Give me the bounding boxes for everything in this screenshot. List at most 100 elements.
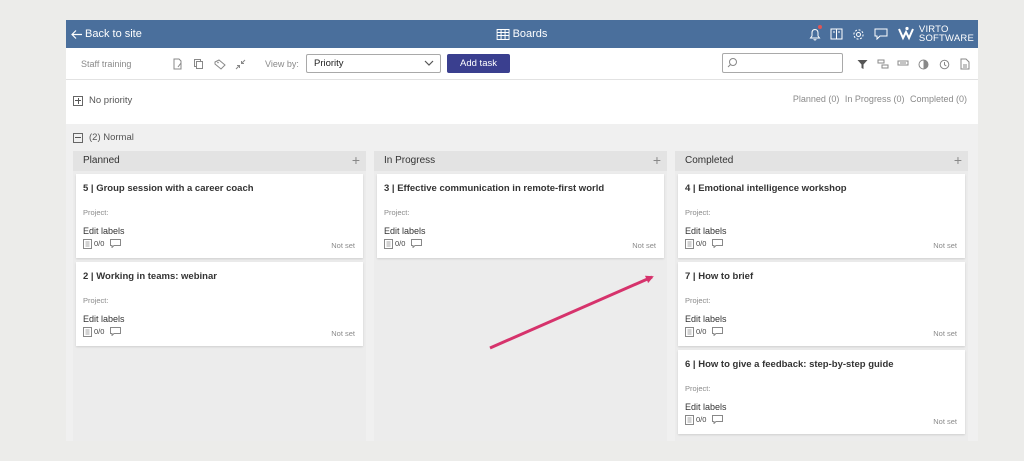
page-title-label: Boards: [512, 28, 548, 40]
task-meta: 0/0: [83, 238, 122, 249]
task-meta: 0/0: [685, 326, 724, 337]
chat-icon[interactable]: [870, 20, 892, 48]
task-title: 7 | How to brief: [685, 271, 754, 282]
search-input[interactable]: [739, 56, 839, 70]
notification-dot: [817, 25, 822, 29]
column-header: Completed +: [675, 151, 968, 171]
edit-labels-link[interactable]: Edit labels: [83, 314, 125, 324]
summary-in-progress: In Progress (0): [844, 94, 905, 104]
task-card[interactable]: 5 | Group session with a career coach Pr…: [76, 174, 363, 258]
checklist-icon: [685, 415, 694, 425]
toolbar: Staff training View by: Priority Add tas…: [66, 48, 978, 80]
view-by-select[interactable]: Priority: [306, 54, 441, 73]
checklist-count: 0/0: [696, 239, 707, 248]
checklist-count: 0/0: [94, 239, 105, 248]
collapse-group-icon: [73, 132, 83, 143]
add-card-plus-icon[interactable]: +: [352, 151, 360, 169]
history-icon[interactable]: [934, 57, 955, 71]
header-actions: VIRTO SOFTWARE: [804, 20, 978, 48]
brand-line2: SOFTWARE: [918, 33, 974, 44]
task-card[interactable]: 6 | How to give a feedback: step-by-step…: [678, 350, 965, 434]
gear-icon[interactable]: [848, 20, 870, 48]
view-by-value: Priority: [314, 58, 344, 69]
comment-icon[interactable]: [712, 327, 724, 336]
filter-icon[interactable]: [852, 57, 873, 71]
page-title: Boards: [496, 20, 548, 48]
view-by-label: View by:: [265, 59, 299, 69]
comment-icon[interactable]: [110, 239, 122, 248]
checklist-icon: [83, 239, 92, 249]
task-card[interactable]: 4 | Emotional intelligence workshop Proj…: [678, 174, 965, 258]
task-meta: 0/0: [83, 326, 122, 337]
swimlane-icon[interactable]: [873, 57, 894, 71]
site-name: Staff training: [81, 59, 132, 69]
group-normal: (2) Normal Planned + 5 | Group session w…: [66, 124, 978, 441]
checklist-icon: [83, 327, 92, 337]
task-title: 6 | How to give a feedback: step-by-step…: [685, 359, 894, 370]
column-planned: Planned + 5 | Group session with a caree…: [73, 151, 366, 441]
highlight-icon[interactable]: [893, 57, 914, 71]
edit-labels-link[interactable]: Edit labels: [685, 314, 727, 324]
add-card-plus-icon[interactable]: +: [954, 151, 962, 169]
add-card-plus-icon[interactable]: +: [653, 151, 661, 169]
edit-labels-link[interactable]: Edit labels: [685, 402, 727, 412]
edit-icon[interactable]: [167, 57, 188, 71]
back-to-site-link[interactable]: Back to site: [70, 20, 142, 48]
task-card[interactable]: 3 | Effective communication in remote-fi…: [377, 174, 664, 258]
task-project: Project:: [685, 384, 711, 393]
collapse-icon[interactable]: [230, 57, 251, 71]
task-title: 3 | Effective communication in remote-fi…: [384, 183, 605, 194]
column-header: Planned +: [73, 151, 366, 171]
task-title: 4 | Emotional intelligence workshop: [685, 183, 847, 194]
edit-labels-link[interactable]: Edit labels: [685, 226, 727, 236]
back-to-site-label: Back to site: [85, 28, 142, 40]
task-title: 5 | Group session with a career coach: [83, 183, 254, 194]
group-normal-toggle[interactable]: (2) Normal: [73, 132, 134, 143]
summary-planned: Planned (0): [792, 94, 840, 104]
checklist-count: 0/0: [395, 239, 406, 248]
virto-logo: VIRTO SOFTWARE: [897, 25, 974, 44]
boards-app: Back to site Boards VIRTO SOFTWARE Staff…: [66, 20, 978, 441]
task-card[interactable]: 7 | How to brief Project: Edit labels 0/…: [678, 262, 965, 346]
bell-icon[interactable]: [804, 20, 826, 48]
task-meta: 0/0: [384, 238, 423, 249]
group-no-priority-summary: Planned (0) In Progress (0) Completed (0…: [790, 94, 967, 104]
arrow-left-icon: [71, 29, 82, 39]
add-task-button[interactable]: Add task: [447, 54, 510, 73]
due-date: Not set: [933, 417, 957, 426]
column-header: In Progress +: [374, 151, 667, 171]
group-no-priority-toggle[interactable]: No priority: [73, 95, 132, 106]
due-date: Not set: [331, 241, 355, 250]
copy-icon[interactable]: [188, 57, 209, 71]
group-no-priority: No priority Planned (0) In Progress (0) …: [66, 81, 978, 119]
toolbar-left-icons: [167, 57, 251, 71]
comment-icon[interactable]: [411, 239, 423, 248]
expand-icon: [73, 95, 83, 106]
book-icon[interactable]: [826, 20, 848, 48]
comment-icon[interactable]: [110, 327, 122, 336]
column-completed: Completed + 4 | Emotional intelligence w…: [675, 151, 968, 441]
edit-labels-link[interactable]: Edit labels: [384, 226, 426, 236]
export-icon[interactable]: [955, 57, 976, 71]
task-title: 2 | Working in teams: webinar: [83, 271, 217, 282]
column-title: Planned: [83, 155, 120, 166]
checklist-icon: [685, 327, 694, 337]
task-project: Project:: [685, 296, 711, 305]
task-card[interactable]: 2 | Working in teams: webinar Project: E…: [76, 262, 363, 346]
color-icon[interactable]: [914, 57, 935, 71]
checklist-count: 0/0: [696, 415, 707, 424]
edit-labels-link[interactable]: Edit labels: [83, 226, 125, 236]
task-meta: 0/0: [685, 414, 724, 425]
task-project: Project:: [83, 296, 109, 305]
comment-icon[interactable]: [712, 239, 724, 248]
group-no-priority-label: No priority: [89, 95, 133, 106]
virto-logo-icon: [897, 26, 914, 41]
comment-icon[interactable]: [712, 415, 724, 424]
checklist-icon: [685, 239, 694, 249]
group-normal-label: (2) Normal: [89, 132, 134, 143]
task-meta: 0/0: [685, 238, 724, 249]
tag-icon[interactable]: [209, 57, 230, 71]
search-field[interactable]: [722, 53, 843, 73]
task-project: Project:: [685, 208, 711, 217]
column-title: Completed: [685, 155, 734, 166]
